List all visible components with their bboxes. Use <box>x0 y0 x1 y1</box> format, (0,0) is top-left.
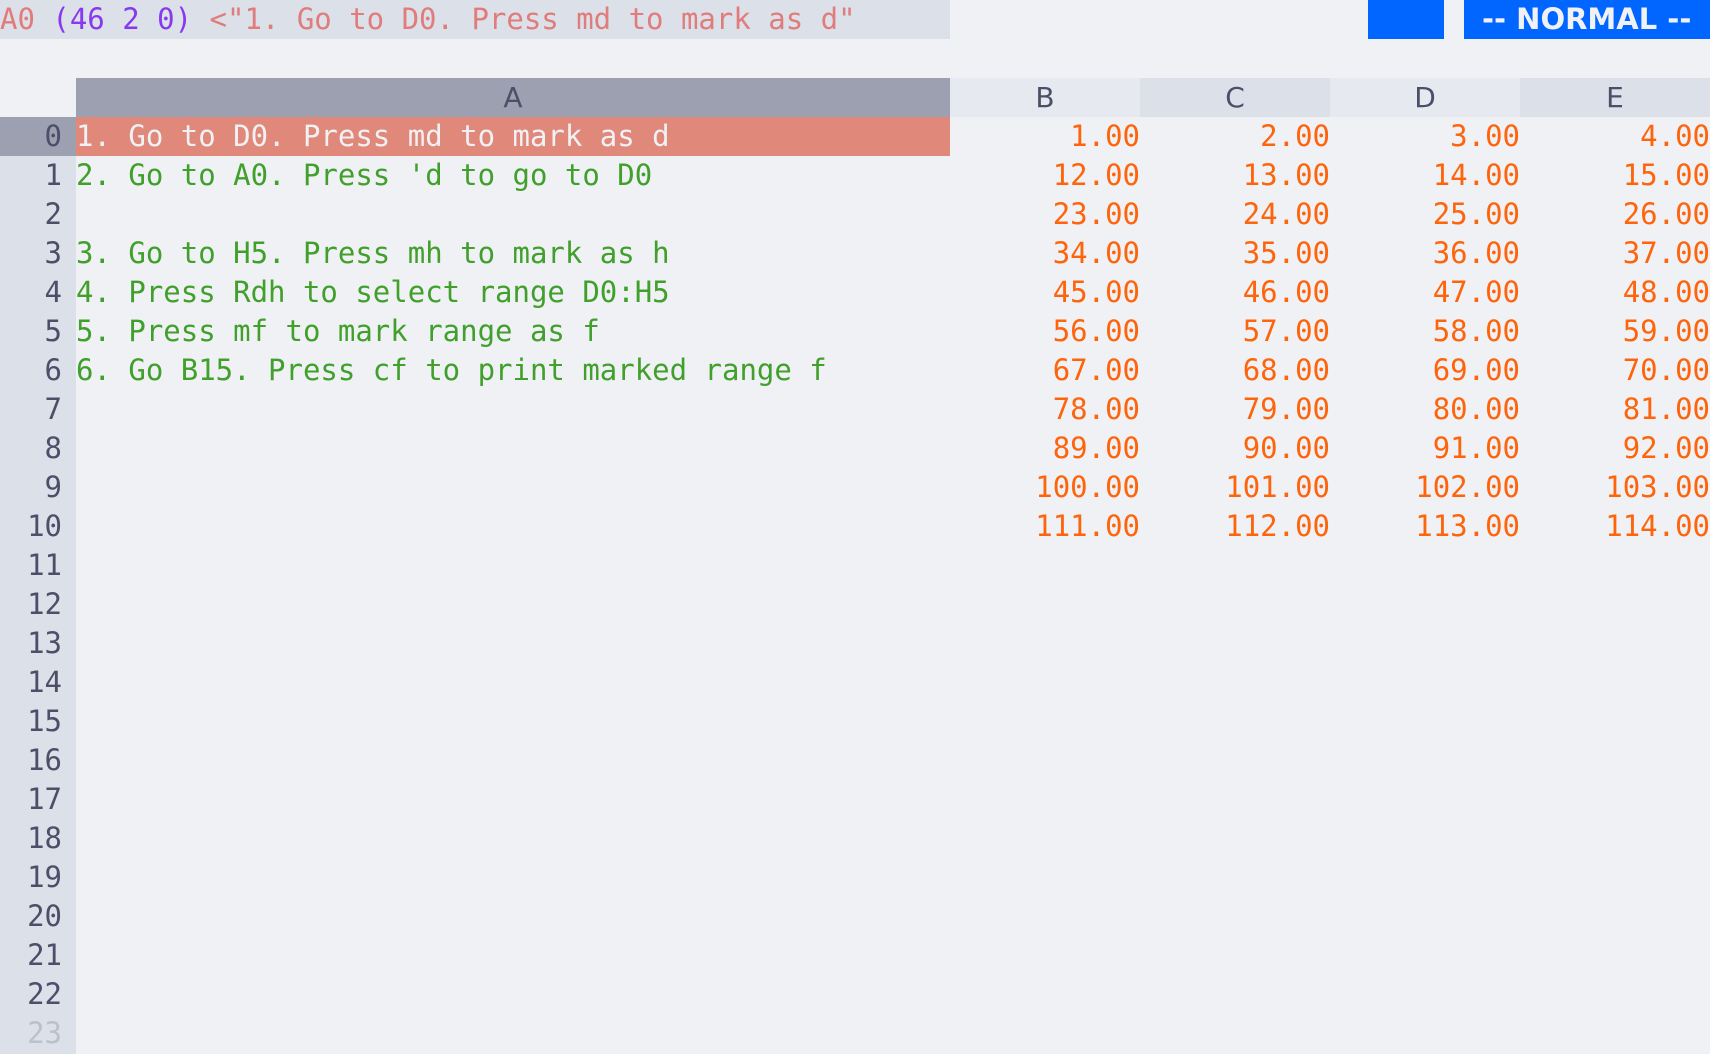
cell-value-preview: <"1. Go to D0. Press md to mark as d" <box>209 2 856 36</box>
cell-a[interactable] <box>76 390 950 429</box>
cell-d[interactable]: 47.00 <box>1330 273 1520 312</box>
cell-b[interactable]: 67.00 <box>950 351 1140 390</box>
cell-a-selected[interactable]: 1. Go to D0. Press md to mark as d <box>76 117 950 156</box>
cell-b[interactable]: 78.00 <box>950 390 1140 429</box>
cell-c[interactable]: 68.00 <box>1140 351 1330 390</box>
row-header[interactable]: 20 <box>0 897 62 936</box>
cell-d[interactable]: 36.00 <box>1330 234 1520 273</box>
row-header[interactable]: 6 <box>0 351 62 390</box>
mode-indicator: -- NORMAL -- <box>1464 0 1710 39</box>
cell-b[interactable]: 111.00 <box>950 507 1140 546</box>
column-header-d[interactable]: D <box>1330 78 1520 117</box>
cell-format-info: (46 2 0) <box>52 2 193 36</box>
row-header[interactable]: 23 <box>0 1014 62 1053</box>
cell-info: A0 (46 2 0) <"1. Go to D0. Press md to m… <box>0 0 950 39</box>
cell-c[interactable]: 13.00 <box>1140 156 1330 195</box>
column-header-bar: A B C D E <box>0 78 1710 117</box>
cell-a[interactable]: 6. Go B15. Press cf to print marked rang… <box>76 351 950 390</box>
cell-e[interactable]: 103.00 <box>1520 468 1710 507</box>
cell-c[interactable]: 2.00 <box>1140 117 1330 156</box>
cell-e[interactable]: 70.00 <box>1520 351 1710 390</box>
row-header[interactable]: 15 <box>0 702 62 741</box>
cell-b[interactable]: 23.00 <box>950 195 1140 234</box>
cell-b[interactable]: 45.00 <box>950 273 1140 312</box>
cell-a[interactable] <box>76 507 950 546</box>
row-header[interactable]: 13 <box>0 624 62 663</box>
cell-c[interactable]: 35.00 <box>1140 234 1330 273</box>
cell-c[interactable]: 24.00 <box>1140 195 1330 234</box>
cell-d[interactable]: 58.00 <box>1330 312 1520 351</box>
column-header-c[interactable]: C <box>1140 78 1330 117</box>
cell-e[interactable]: 92.00 <box>1520 429 1710 468</box>
row-header[interactable]: 21 <box>0 936 62 975</box>
cell-d[interactable]: 25.00 <box>1330 195 1520 234</box>
row-header[interactable]: 16 <box>0 741 62 780</box>
cell-d[interactable]: 3.00 <box>1330 117 1520 156</box>
row-header[interactable]: 9 <box>0 468 62 507</box>
row-header[interactable]: 18 <box>0 819 62 858</box>
cell-d[interactable]: 102.00 <box>1330 468 1520 507</box>
cell-b[interactable]: 56.00 <box>950 312 1140 351</box>
cell-c[interactable]: 101.00 <box>1140 468 1330 507</box>
row-header[interactable]: 2 <box>0 195 62 234</box>
cell-e[interactable]: 37.00 <box>1520 234 1710 273</box>
cell-a[interactable] <box>76 195 950 234</box>
row-header[interactable]: 3 <box>0 234 62 273</box>
cell-b[interactable]: 100.00 <box>950 468 1140 507</box>
cell-e[interactable]: 114.00 <box>1520 507 1710 546</box>
cell-a[interactable]: 5. Press mf to mark range as f <box>76 312 950 351</box>
column-header-e[interactable]: E <box>1520 78 1710 117</box>
row-header[interactable]: 22 <box>0 975 62 1014</box>
column-header-b[interactable]: B <box>950 78 1140 117</box>
cell-c[interactable]: 57.00 <box>1140 312 1330 351</box>
cell-e[interactable]: 59.00 <box>1520 312 1710 351</box>
cell-c[interactable]: 112.00 <box>1140 507 1330 546</box>
cell-b[interactable]: 34.00 <box>950 234 1140 273</box>
cell-b[interactable]: 12.00 <box>950 156 1140 195</box>
cell-a[interactable]: 4. Press Rdh to select range D0:H5 <box>76 273 950 312</box>
cell-e[interactable]: 48.00 <box>1520 273 1710 312</box>
cell-a[interactable]: 2. Go to A0. Press 'd to go to D0 <box>76 156 950 195</box>
cell-d[interactable]: 113.00 <box>1330 507 1520 546</box>
row-header[interactable]: 14 <box>0 663 62 702</box>
cell-b[interactable]: 89.00 <box>950 429 1140 468</box>
cell-c[interactable]: 79.00 <box>1140 390 1330 429</box>
row-header[interactable]: 12 <box>0 585 62 624</box>
row-header[interactable]: 0 <box>0 117 76 156</box>
cell-a[interactable] <box>76 468 950 507</box>
status-indicator-block <box>1368 0 1444 39</box>
cell-d[interactable]: 91.00 <box>1330 429 1520 468</box>
cell-d[interactable]: 14.00 <box>1330 156 1520 195</box>
cell-a[interactable]: 3. Go to H5. Press mh to mark as h <box>76 234 950 273</box>
row-header[interactable]: 10 <box>0 507 62 546</box>
cell-e[interactable]: 81.00 <box>1520 390 1710 429</box>
row-header[interactable]: 8 <box>0 429 62 468</box>
cell-d[interactable]: 69.00 <box>1330 351 1520 390</box>
cell-e[interactable]: 15.00 <box>1520 156 1710 195</box>
cell-c[interactable]: 46.00 <box>1140 273 1330 312</box>
cell-a[interactable] <box>76 429 950 468</box>
row-header[interactable]: 1 <box>0 156 62 195</box>
cell-d[interactable]: 80.00 <box>1330 390 1520 429</box>
row-header[interactable]: 11 <box>0 546 62 585</box>
row-header[interactable]: 19 <box>0 858 62 897</box>
cell-c[interactable]: 90.00 <box>1140 429 1330 468</box>
current-cell-ref: A0 <box>0 2 35 36</box>
column-header-a[interactable]: A <box>76 78 950 117</box>
row-header[interactable]: 4 <box>0 273 62 312</box>
row-header[interactable]: 7 <box>0 390 62 429</box>
row-header[interactable]: 5 <box>0 312 62 351</box>
row-header[interactable]: 17 <box>0 780 62 819</box>
cell-e[interactable]: 26.00 <box>1520 195 1710 234</box>
status-line: A0 (46 2 0) <"1. Go to D0. Press md to m… <box>0 0 1710 39</box>
cell-b[interactable]: 1.00 <box>950 117 1140 156</box>
cell-e[interactable]: 4.00 <box>1520 117 1710 156</box>
